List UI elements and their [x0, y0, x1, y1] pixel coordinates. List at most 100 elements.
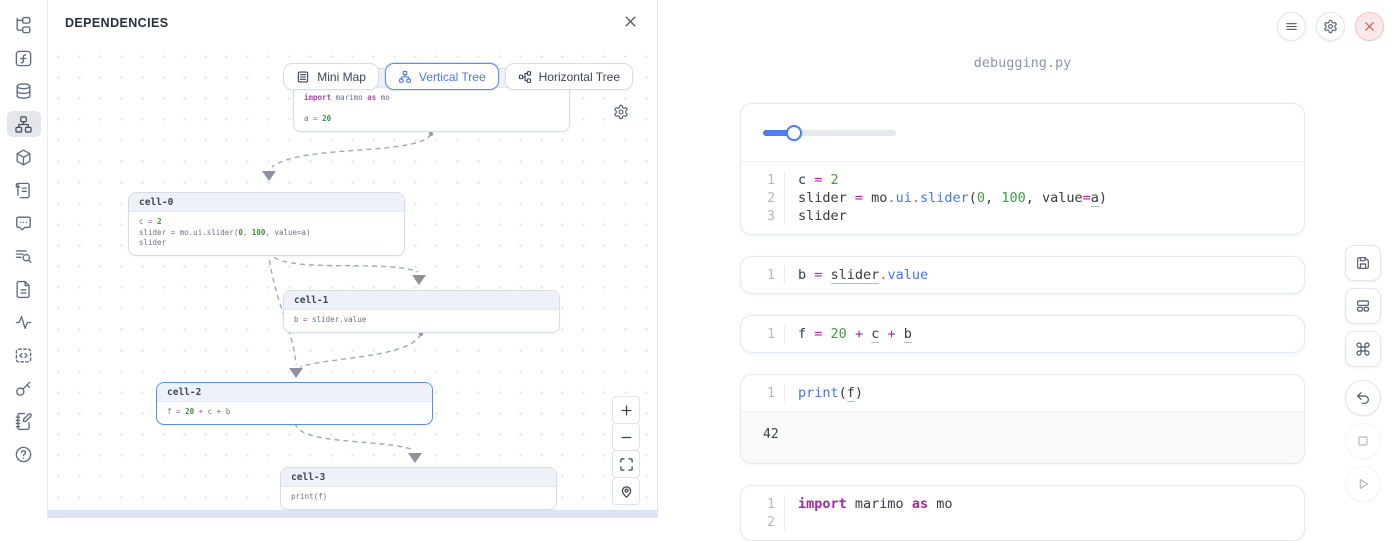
settings-button[interactable]: [1316, 12, 1345, 41]
database-icon: [14, 82, 33, 101]
activity-rail: [0, 0, 48, 518]
graph-node-code: import marimo as mo a = 20: [294, 88, 569, 131]
shutdown-button[interactable]: [1355, 12, 1384, 41]
code-line[interactable]: 1f = 20 + c + b: [741, 325, 1304, 343]
view-button-mini-map[interactable]: Mini Map: [283, 63, 379, 90]
close-panel-button[interactable]: [621, 12, 640, 34]
plus-icon: [619, 403, 634, 418]
view-button-vertical-tree[interactable]: Vertical Tree: [385, 63, 499, 90]
center-node-button[interactable]: [612, 477, 640, 505]
slider-widget[interactable]: [763, 125, 896, 141]
line-number: 1: [741, 171, 785, 189]
save-button[interactable]: [1345, 245, 1381, 281]
chat-icon: [14, 214, 33, 233]
graph-node-title: cell-3: [281, 468, 556, 487]
code-dashed-icon: [14, 346, 33, 365]
undo-icon: [1355, 390, 1371, 406]
layout-icon: [1355, 298, 1371, 314]
key-icon: [14, 379, 33, 398]
notebook-filename: debugging.py: [740, 55, 1305, 71]
gear-icon: [1323, 19, 1338, 34]
line-number: 2: [741, 513, 785, 531]
view-button-label: Horizontal Tree: [539, 70, 620, 84]
graph-view-toolbar: Mini Map Vertical Tree Horizontal Tree: [283, 63, 633, 90]
sidebar-item-file-explorer[interactable]: [7, 12, 41, 38]
graph-node-code: print(f): [281, 487, 556, 509]
sidebar-item-tracing[interactable]: [7, 309, 41, 335]
sidebar-item-dependencies[interactable]: [7, 111, 41, 137]
sidebar-item-snippets[interactable]: [7, 342, 41, 368]
line-number: 1: [741, 495, 785, 513]
panel-title: DEPENDENCIES: [65, 16, 168, 30]
play-icon: [1355, 476, 1371, 492]
dependencies-panel: DEPENDENCIES: [48, 0, 658, 518]
activity-icon: [14, 313, 33, 332]
graph-node-title: cell-0: [129, 193, 404, 212]
sidebar-item-scratchpad[interactable]: [7, 408, 41, 434]
text-search-icon: [14, 247, 33, 266]
close-icon: [1362, 19, 1377, 34]
run-button: [1345, 466, 1381, 502]
cell-editor[interactable]: 1print(f): [741, 375, 1304, 411]
cell-editor[interactable]: 1import marimo as mo2: [741, 486, 1304, 540]
graph-node-code: f = 20 + c + b: [157, 402, 432, 424]
sidebar-item-secrets[interactable]: [7, 375, 41, 401]
notebook-side-buttons: [1345, 245, 1381, 502]
code-line[interactable]: 1import marimo as mo: [741, 495, 1304, 513]
function-square-icon: [14, 49, 33, 68]
code-line[interactable]: 1print(f): [741, 384, 1304, 402]
graph-node-cell-2[interactable]: cell-2f = 20 + c + b: [156, 382, 433, 425]
undo-button[interactable]: [1345, 380, 1381, 416]
horizontal-scrollbar[interactable]: [48, 510, 657, 518]
zoom-out-button[interactable]: [612, 423, 640, 451]
line-number: 2: [741, 189, 785, 207]
cell-output: 42: [741, 411, 1304, 463]
scroll-text-icon: [14, 181, 33, 200]
close-icon: [623, 14, 638, 32]
notebook-cell-f-cell: 1f = 20 + c + b: [740, 315, 1305, 353]
stop-icon: [1355, 433, 1371, 449]
command-icon: [1355, 341, 1371, 357]
graph-node-cell-1[interactable]: cell-1b = slider.value: [283, 290, 560, 333]
cell-output-widget: [741, 104, 1304, 162]
sidebar-item-help[interactable]: [7, 441, 41, 467]
save-icon: [1355, 255, 1371, 271]
graph-node-cell-0[interactable]: cell-0c = 2slider = mo.ui.slider(0, 100,…: [128, 192, 405, 256]
sidebar-item-data-sources[interactable]: [7, 78, 41, 104]
minus-icon: [619, 430, 634, 445]
notebook-menu-button[interactable]: [1277, 12, 1306, 41]
cell-editor[interactable]: 1f = 20 + c + b: [741, 316, 1304, 352]
cell-editor[interactable]: 1b = slider.value: [741, 257, 1304, 293]
code-line[interactable]: 2: [741, 513, 1304, 531]
code-line[interactable]: 2slider = mo.ui.slider(0, 100, value=a): [741, 189, 1304, 207]
slider-thumb[interactable]: [786, 125, 802, 141]
menu-icon: [1284, 19, 1299, 34]
code-line[interactable]: 1c = 2: [741, 171, 1304, 189]
layout-toggle-button[interactable]: [1345, 288, 1381, 324]
sidebar-item-ai-chat[interactable]: [7, 210, 41, 236]
view-button-label: Mini Map: [317, 70, 366, 84]
code-line[interactable]: 1b = slider.value: [741, 266, 1304, 284]
line-number: 1: [741, 384, 785, 402]
code-line[interactable]: 3slider: [741, 207, 1304, 225]
graph-settings-button[interactable]: [611, 102, 631, 125]
notebook-cells: 1c = 22slider = mo.ui.slider(0, 100, val…: [740, 103, 1305, 541]
sidebar-item-variables[interactable]: [7, 45, 41, 71]
fit-view-button[interactable]: [612, 450, 640, 478]
maximize-icon: [619, 457, 634, 472]
zoom-in-button[interactable]: [612, 396, 640, 424]
keyboard-shortcuts-button[interactable]: [1345, 331, 1381, 367]
sidebar-item-documentation[interactable]: [7, 276, 41, 302]
graph-node-title: cell-1: [284, 291, 559, 310]
dependency-graph-canvas[interactable]: Mini Map Vertical Tree Horizontal Tree cel…: [48, 46, 657, 510]
graph-node-cell-3[interactable]: cell-3print(f): [280, 467, 557, 510]
pin-icon: [619, 484, 634, 499]
notebook-cell-print-cell: 1print(f) 42: [740, 374, 1305, 464]
sidebar-item-search[interactable]: [7, 243, 41, 269]
gear-icon: [613, 104, 629, 123]
cell-editor[interactable]: 1c = 22slider = mo.ui.slider(0, 100, val…: [741, 162, 1304, 234]
sidebar-item-outline[interactable]: [7, 177, 41, 203]
sidebar-item-packages[interactable]: [7, 144, 41, 170]
view-button-horizontal-tree[interactable]: Horizontal Tree: [505, 63, 633, 90]
dependency-graph-icon: [14, 115, 33, 134]
